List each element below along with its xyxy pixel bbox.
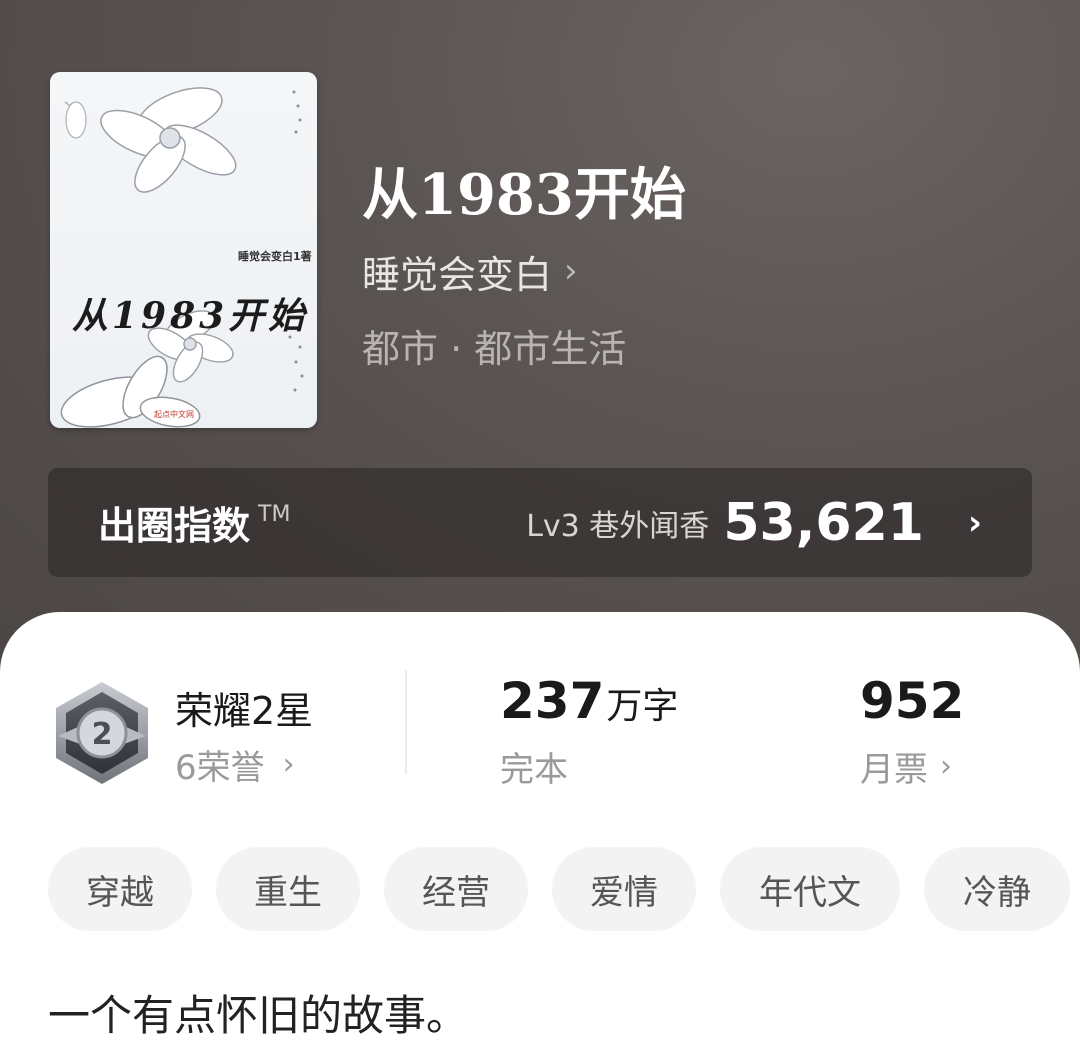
trademark-mark: TM <box>258 502 291 527</box>
chevron-right-icon: › <box>564 251 578 291</box>
tag-chip[interactable]: 年代文 <box>720 847 900 931</box>
tag-chip[interactable]: 爱情 <box>552 847 696 931</box>
tag-chip[interactable]: 冷静 <box>924 847 1070 931</box>
author-link[interactable]: 睡觉会变白 › <box>362 246 578 297</box>
word-count-number: 237 <box>500 672 605 730</box>
word-count: 237 万字 <box>500 672 678 730</box>
cover-title-text: 从1983开始 <box>72 295 309 337</box>
chevron-right-icon: › <box>282 747 295 782</box>
tag-chip[interactable]: 穿越 <box>48 847 192 931</box>
completion-status: 完本 <box>500 750 568 790</box>
chevron-right-icon: › <box>967 502 982 543</box>
monthly-votes-link[interactable]: 月票 › <box>860 742 952 791</box>
index-summary: Lv3 巷外闻香 53,621 › <box>526 493 982 553</box>
cover-author-text: 睡觉会变白1著 <box>238 250 312 263</box>
book-category: 都市 · 都市生活 <box>362 327 627 371</box>
honor-badge-icon[interactable]: 2 <box>50 678 154 788</box>
index-level: Lv3 巷外闻香 <box>526 508 710 544</box>
book-title: 从1983开始 <box>362 162 686 228</box>
cover-publisher-logo: 起点中文网 <box>154 410 194 419</box>
honor-link[interactable]: 6荣誉 › <box>175 740 295 789</box>
index-label: 出圈指数 <box>98 504 251 548</box>
book-intro: 一个有点怀旧的故事。 <box>48 991 469 1040</box>
chevron-right-icon: › <box>940 749 952 784</box>
tag-chip[interactable]: 经营 <box>384 847 528 931</box>
popularity-index-bar[interactable]: 出圈指数 TM Lv3 巷外闻香 53,621 › <box>48 468 1032 577</box>
stats-divider <box>405 670 407 774</box>
book-cover[interactable]: 睡觉会变白1著 从1983开始 起点中文网 <box>50 72 317 428</box>
monthly-votes-count: 952 <box>860 672 965 730</box>
honor-name: 荣耀2星 <box>175 689 314 733</box>
monthly-votes-label: 月票 <box>860 750 928 790</box>
honor-count: 6荣誉 <box>175 748 265 788</box>
word-count-unit: 万字 <box>606 686 679 727</box>
tag-chip[interactable]: 重生 <box>216 847 360 931</box>
author-name: 睡觉会变白 <box>362 252 553 297</box>
badge-number: 2 <box>92 717 113 752</box>
index-value: 53,621 <box>723 492 924 553</box>
